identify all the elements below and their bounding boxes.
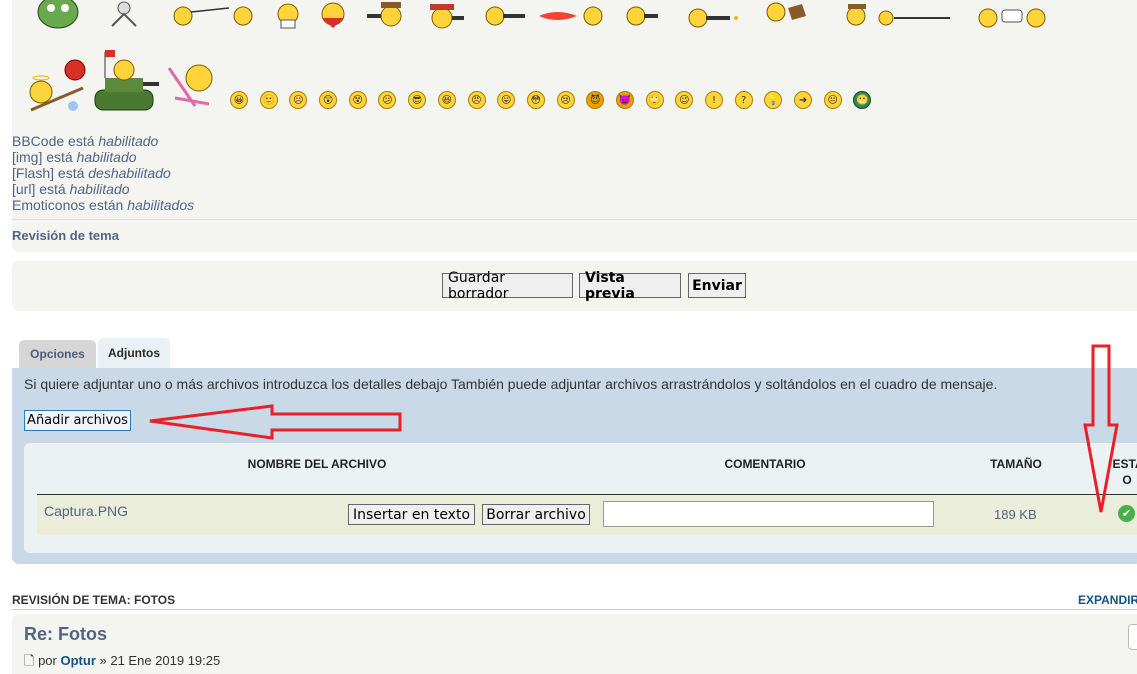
embarrassed-smiley-icon[interactable]: 😳 bbox=[526, 91, 545, 109]
twisted-smiley-icon[interactable]: 👿 bbox=[615, 91, 634, 109]
column-header-filename: NOMBRE DEL ARCHIVO bbox=[247, 457, 387, 471]
post-title[interactable]: Re: Fotos bbox=[24, 624, 107, 645]
bbcode-status-list: BBCode está habilitado [img] está habili… bbox=[12, 133, 194, 213]
shocked-smiley-icon[interactable]: 😵 bbox=[348, 91, 367, 109]
post-meta: 🗋 por Optur » 21 Ene 2019 19:25 bbox=[24, 653, 221, 668]
smilies-status-row: Emoticonos están habilitados bbox=[12, 197, 195, 213]
skeleton-smiley-icon[interactable] bbox=[88, 0, 160, 30]
neutral-smiley-icon[interactable]: 😐 bbox=[823, 91, 842, 109]
divider bbox=[12, 219, 1137, 220]
topic-review-heading: REVISIÓN DE TEMA: FOTOS bbox=[12, 593, 176, 607]
rolleyes-smiley-icon[interactable]: 🙄 bbox=[645, 91, 664, 109]
insert-inline-button[interactable]: Insertar en texto bbox=[348, 504, 475, 525]
flamethrower-smiley-icon[interactable] bbox=[534, 0, 610, 30]
sniper-smiley-icon[interactable] bbox=[822, 0, 972, 30]
razz-smiley-icon[interactable]: 😛 bbox=[497, 91, 516, 109]
expand-view-link[interactable]: EXPANDIR bbox=[1078, 593, 1137, 607]
zombie-smiley-icon[interactable] bbox=[28, 0, 88, 30]
grin-smiley-icon[interactable]: 😀 bbox=[230, 91, 248, 109]
save-draft-button[interactable]: Guardar borrador bbox=[442, 270, 573, 302]
preview-button[interactable]: Vista previa bbox=[579, 270, 681, 302]
bandit-smiley-icon[interactable] bbox=[308, 0, 358, 30]
cool-smiley-icon[interactable]: 😎 bbox=[408, 91, 427, 109]
img-status-row: [img] está habilitado bbox=[12, 149, 137, 165]
tab-options[interactable]: Opciones bbox=[19, 340, 96, 368]
column-header-comment: COMENTARIO bbox=[724, 457, 806, 471]
flash-status-row: [Flash] está deshabilitado bbox=[12, 165, 171, 181]
gift-smiley-icon[interactable] bbox=[268, 0, 308, 30]
wink-smiley-icon[interactable]: 😉 bbox=[675, 91, 694, 109]
url-status-row: [url] está habilitado bbox=[12, 181, 130, 197]
check-circle-icon: ✔ bbox=[1118, 505, 1135, 522]
evil-smiley-icon[interactable]: 😈 bbox=[586, 91, 605, 109]
quote-button[interactable] bbox=[1128, 624, 1137, 650]
smile-smiley-icon[interactable]: 🙂 bbox=[259, 91, 278, 109]
green-smiley-icon[interactable]: 😬 bbox=[853, 91, 872, 109]
horse-smiley-icon[interactable] bbox=[752, 0, 822, 30]
machinegun-smiley-icon[interactable] bbox=[680, 0, 752, 30]
attachment-filename: Captura.PNG bbox=[44, 503, 129, 519]
idea-smiley-icon[interactable]: 💡 bbox=[764, 91, 783, 109]
arrow-smiley-icon[interactable]: ➜ bbox=[794, 91, 813, 109]
submit-buttons-panel bbox=[12, 261, 1137, 311]
chat-smilies-icon[interactable] bbox=[972, 0, 1052, 30]
attachments-intro-text: Si quiere adjuntar uno o más archivos in… bbox=[24, 376, 998, 392]
pistol-smiley-icon[interactable] bbox=[610, 0, 680, 30]
crying-smiley-icon[interactable]: 😢 bbox=[556, 91, 575, 109]
column-header-status: ESTAO bbox=[1112, 457, 1137, 487]
submit-button[interactable]: Enviar bbox=[688, 273, 746, 298]
fencing-smilies-icon[interactable] bbox=[160, 0, 268, 30]
cowboy-gun-smiley-icon[interactable] bbox=[358, 0, 416, 30]
column-header-size: TAMAÑO bbox=[990, 457, 1042, 471]
delete-file-button[interactable]: Borrar archivo bbox=[482, 504, 590, 525]
add-files-button[interactable]: Añadir archivos bbox=[24, 410, 131, 431]
mad-smiley-icon[interactable]: 😠 bbox=[467, 91, 486, 109]
tank-icon[interactable] bbox=[88, 48, 164, 112]
exclaim-smiley-icon[interactable]: ! bbox=[705, 91, 723, 109]
sad-smiley-icon[interactable]: ☹ bbox=[289, 91, 308, 109]
cowboy-smiley-icon[interactable] bbox=[416, 0, 476, 30]
tab-attachments[interactable]: Adjuntos bbox=[98, 338, 170, 368]
question-smiley-icon[interactable]: ? bbox=[734, 91, 753, 109]
smilies-panel bbox=[12, 0, 1137, 252]
confused-smiley-icon[interactable]: 😕 bbox=[378, 91, 397, 109]
smilies-row-1 bbox=[28, 0, 1052, 30]
smilies-row-2: 😀 🙂 ☹ 😲 😵 😕 😎 😆 😠 😛 😳 😢 😈 👿 🙄 😉 ! ? 💡 ➜ … bbox=[26, 48, 883, 112]
surprised-smiley-icon[interactable]: 😲 bbox=[319, 91, 338, 109]
attachment-size: 189 KB bbox=[994, 507, 1037, 522]
beach-chair-icon[interactable] bbox=[164, 48, 230, 112]
angel-seesaw-icon[interactable] bbox=[26, 48, 88, 112]
divider bbox=[12, 609, 1137, 610]
rifle-smiley-icon[interactable] bbox=[476, 0, 534, 30]
small-smilies: 😀 🙂 ☹ 😲 😵 😕 😎 😆 😠 😛 😳 😢 😈 👿 🙄 😉 ! ? 💡 ➜ … bbox=[230, 90, 883, 110]
attachment-comment-input[interactable] bbox=[603, 501, 934, 527]
bbcode-status-row: BBCode está habilitado bbox=[12, 133, 159, 149]
laughing-smiley-icon[interactable]: 😆 bbox=[437, 91, 456, 109]
topic-review-link[interactable]: Revisión de tema bbox=[12, 228, 119, 243]
